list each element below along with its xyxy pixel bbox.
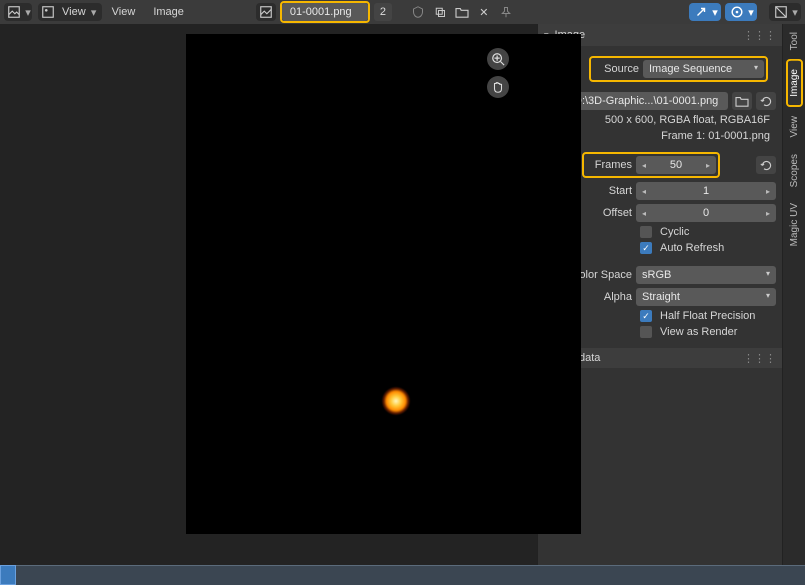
playhead[interactable]	[0, 565, 16, 585]
right-arrow-icon[interactable]: ▸	[766, 187, 770, 196]
right-arrow-icon[interactable]: ▸	[766, 209, 770, 218]
frames-label: Frames	[586, 159, 632, 171]
color-space-value: sRGB	[642, 269, 671, 281]
chevron-down-icon: ▾	[711, 6, 719, 19]
tab-view[interactable]: View	[786, 108, 803, 146]
offset-input[interactable]: ◂ 0 ▸	[636, 204, 776, 222]
offset-value: 0	[703, 207, 709, 219]
tab-image[interactable]: Image	[788, 61, 801, 105]
alpha-dropdown[interactable]: Straight	[636, 288, 776, 306]
image-menu[interactable]: Image	[145, 6, 192, 18]
source-label: Source	[593, 63, 639, 75]
half-float-label: Half Float Precision	[660, 310, 755, 322]
source-value: Image Sequence	[649, 63, 732, 75]
frames-highlight: Frames ◂ 50 ▸	[582, 152, 720, 178]
chevron-down-icon: ▾	[747, 6, 755, 19]
image-canvas	[186, 34, 581, 534]
open-folder-icon[interactable]	[452, 3, 472, 21]
frames-value: 50	[670, 159, 682, 171]
alpha-value: Straight	[642, 291, 680, 303]
half-float-checkbox[interactable]	[640, 310, 652, 322]
chevron-down-icon: ▾	[791, 6, 799, 19]
image-tab-highlight: Image	[786, 59, 803, 107]
pin-icon[interactable]	[496, 3, 516, 21]
reload-button[interactable]	[756, 92, 776, 110]
source-dropdown[interactable]: Image Sequence	[643, 60, 764, 78]
filename-highlight: 01-0001.png	[280, 1, 370, 23]
image-editor-icon	[4, 3, 24, 21]
cyclic-checkbox[interactable]	[640, 226, 652, 238]
view-menu[interactable]: View	[104, 6, 144, 18]
picture-icon	[38, 3, 58, 21]
view-as-render-checkbox[interactable]	[640, 326, 652, 338]
color-space-dropdown[interactable]: sRGB	[636, 266, 776, 284]
snap-dropdown[interactable]: ▾	[725, 3, 757, 21]
editor-type-dropdown[interactable]: ▾	[4, 3, 32, 21]
start-input[interactable]: ◂ 1 ▸	[636, 182, 776, 200]
image-viewer[interactable]	[0, 24, 537, 565]
tab-magic-uv[interactable]: Magic UV	[786, 195, 803, 254]
open-file-button[interactable]	[732, 92, 752, 110]
left-arrow-icon[interactable]: ◂	[642, 187, 646, 196]
duplicate-icon[interactable]	[430, 3, 450, 21]
image-datablock-icon[interactable]	[256, 3, 276, 21]
drag-handle-icon[interactable]: ⋮⋮⋮	[743, 29, 776, 42]
image-name-field[interactable]: 01-0001.png	[282, 3, 368, 21]
start-value: 1	[703, 185, 709, 197]
auto-refresh-checkbox[interactable]	[640, 242, 652, 254]
display-channels-dropdown[interactable]: ▾	[769, 3, 801, 21]
filepath-text: D:\3D-Graphic...\01-0001.png	[574, 95, 718, 107]
tab-tool[interactable]: Tool	[786, 24, 803, 58]
close-icon[interactable]: ✕	[474, 3, 494, 21]
source-highlight: Source Image Sequence	[589, 56, 768, 82]
mode-label: View	[58, 6, 90, 18]
chevron-down-icon: ▾	[24, 6, 32, 19]
left-arrow-icon[interactable]: ◂	[642, 209, 646, 218]
arrow-corner-icon	[691, 3, 711, 21]
tab-scopes[interactable]: Scopes	[786, 146, 803, 195]
drag-handle-icon[interactable]: ⋮⋮⋮	[743, 352, 776, 365]
timeline-track[interactable]	[16, 565, 805, 585]
cyclic-label: Cyclic	[660, 226, 689, 238]
filepath-field[interactable]: D:\3D-Graphic...\01-0001.png	[568, 92, 728, 110]
editor-header: ▾ View ▾ View Image 01-0001.png 2	[0, 0, 805, 24]
left-arrow-icon[interactable]: ◂	[642, 161, 646, 170]
magnet-icon	[727, 3, 747, 21]
view-as-render-label: View as Render	[660, 326, 737, 338]
channels-icon	[771, 3, 791, 21]
right-arrow-icon[interactable]: ▸	[706, 161, 710, 170]
timeline-bar[interactable]	[0, 565, 805, 585]
match-length-button[interactable]	[756, 156, 776, 174]
uv-tool-dropdown[interactable]: ▾	[689, 3, 721, 21]
mode-dropdown[interactable]: View ▾	[38, 3, 102, 21]
image-name-text: 01-0001.png	[290, 6, 352, 18]
shield-icon[interactable]	[408, 3, 428, 21]
chevron-down-icon: ▾	[90, 6, 98, 19]
pan-button[interactable]	[487, 76, 509, 98]
auto-refresh-label: Auto Refresh	[660, 242, 724, 254]
frames-input[interactable]: ◂ 50 ▸	[636, 156, 716, 174]
side-tabs: Tool Image View Scopes Magic UV	[782, 24, 805, 565]
zoom-in-button[interactable]	[487, 48, 509, 70]
image-content	[382, 387, 410, 415]
image-icon	[256, 3, 276, 21]
user-count-button[interactable]: 2	[374, 3, 392, 21]
